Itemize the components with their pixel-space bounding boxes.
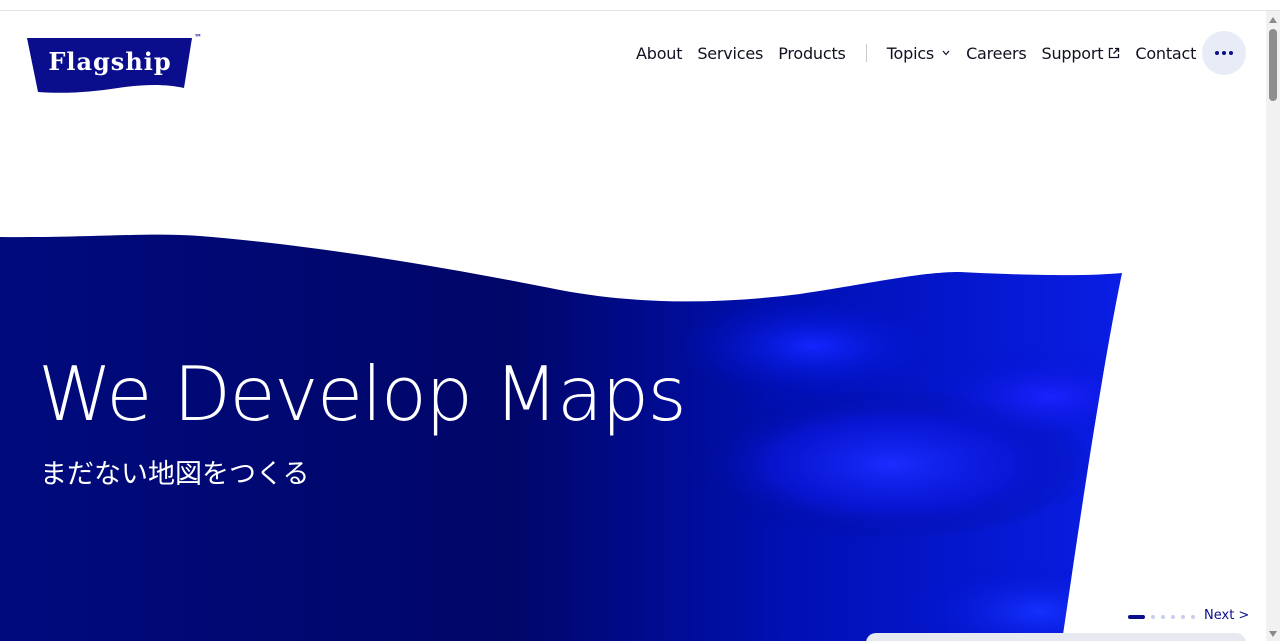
- bottom-panel-edge: [866, 633, 1246, 641]
- pager-dot[interactable]: [1161, 615, 1165, 619]
- carousel-next-button[interactable]: Next >: [1204, 608, 1249, 623]
- page-scrollbar[interactable]: [1266, 11, 1280, 641]
- carousel-pager: [1128, 612, 1198, 622]
- nav-support-label: Support: [1041, 43, 1104, 63]
- scroll-down-arrow-icon[interactable]: [1269, 631, 1277, 637]
- nav-support[interactable]: Support: [1041, 44, 1120, 63]
- chevron-down-icon: [942, 50, 950, 56]
- nav-about[interactable]: About: [636, 44, 683, 63]
- pager-dot[interactable]: [1171, 615, 1175, 619]
- pager-active-indicator[interactable]: [1128, 615, 1145, 619]
- nav-divider: [865, 44, 867, 62]
- more-horizontal-icon: [1215, 51, 1219, 55]
- hero-flag-banner: [0, 234, 1122, 641]
- more-menu-button[interactable]: [1202, 31, 1246, 75]
- external-link-icon: [1109, 47, 1120, 59]
- flagship-logo[interactable]: Flagship ™: [26, 32, 206, 96]
- nav-topics[interactable]: Topics: [887, 44, 950, 63]
- nav-contact[interactable]: Contact: [1135, 44, 1196, 63]
- pager-dot[interactable]: [1191, 615, 1195, 619]
- trademark-symbol: ™: [194, 33, 202, 42]
- hero-subtitle: まだない地図をつくる: [40, 459, 310, 490]
- nav-careers[interactable]: Careers: [966, 44, 1027, 63]
- pager-dot[interactable]: [1151, 615, 1155, 619]
- hero-title: We Develop Maps: [38, 350, 687, 438]
- scroll-up-arrow-icon[interactable]: [1269, 17, 1277, 23]
- more-dot: [1222, 51, 1226, 55]
- logo-text: Flagship: [48, 47, 171, 76]
- nav-topics-label: Topics: [886, 43, 935, 63]
- main-nav: About Services Products Topics Careers S…: [620, 40, 1196, 66]
- page: Flagship ™ About Services Products Topic…: [0, 0, 1280, 641]
- scrollbar-thumb[interactable]: [1269, 29, 1277, 101]
- nav-products[interactable]: Products: [778, 44, 846, 63]
- pager-dot[interactable]: [1181, 615, 1185, 619]
- nav-services[interactable]: Services: [697, 44, 763, 63]
- more-dot: [1229, 51, 1233, 55]
